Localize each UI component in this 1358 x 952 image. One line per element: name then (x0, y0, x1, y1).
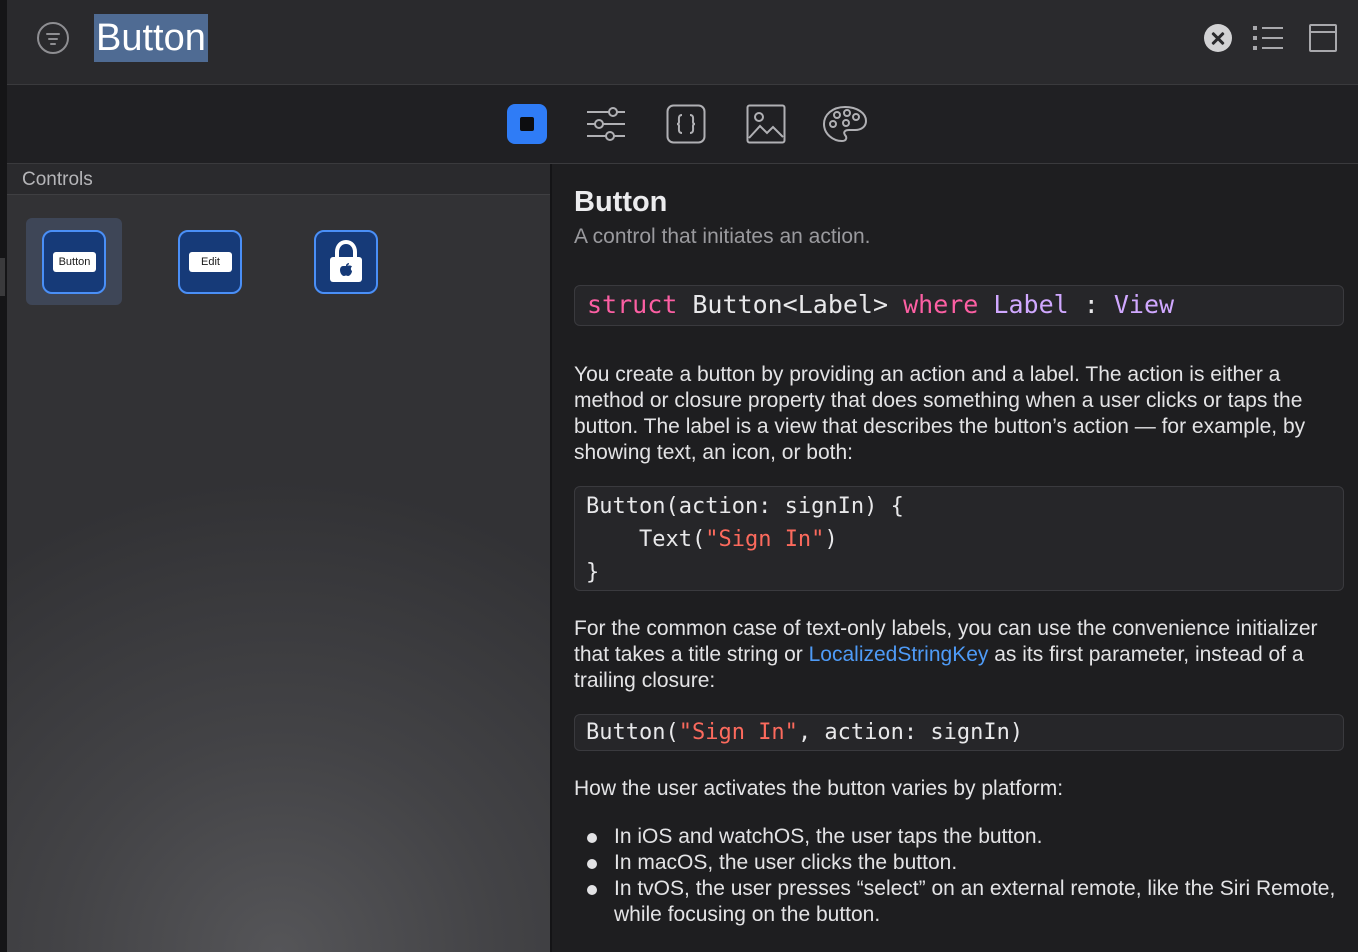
colors-icon[interactable] (822, 104, 868, 144)
library-section-header: Controls (7, 164, 550, 195)
show-details-icon[interactable] (1309, 24, 1337, 52)
doc-paragraph: How the user activates the button varies… (574, 777, 1064, 800)
doc-title: Button (574, 186, 668, 218)
code-sample: Button("Sign In", action: signIn) (574, 714, 1344, 751)
modifiers-icon[interactable] (586, 104, 626, 144)
section-title: Controls (22, 169, 93, 190)
platform-list: In iOS and watchOS, the user taps the bu… (574, 824, 1344, 928)
list-item: In macOS, the user clicks the button. (574, 850, 1344, 876)
keyword: struct (587, 290, 678, 319)
search-input[interactable]: Button (94, 14, 208, 62)
code-line: } (586, 560, 600, 585)
type-name: View (1113, 290, 1175, 319)
doc-subtitle: A control that initiates an action. (574, 225, 871, 248)
button-preview: Button (53, 252, 96, 272)
library-panel: Controls Button Edit (7, 164, 550, 952)
list-view-icon[interactable] (1253, 25, 1283, 51)
snippets-icon[interactable] (666, 104, 706, 144)
list-item: In tvOS, the user presses “select” on an… (574, 876, 1344, 928)
colon: : (1068, 290, 1114, 319)
code-line: Text("Sign In") (586, 527, 838, 552)
lock-apple-icon (330, 239, 362, 282)
doc-paragraph: You create a button by providing an acti… (574, 363, 1306, 464)
library-item-edit-button[interactable]: Edit (178, 230, 242, 294)
documentation-panel: Button A control that initiates an actio… (552, 164, 1358, 952)
filter-icon[interactable] (37, 22, 69, 54)
edit-button-preview: Edit (189, 252, 232, 272)
clear-search-icon[interactable] (1204, 24, 1232, 52)
library-item-sign-in-with-apple[interactable] (314, 230, 378, 294)
code-sample: Button(action: signIn) { Text("Sign In")… (574, 486, 1344, 591)
declaration-code: struct Button<Label> where Label : View (574, 285, 1344, 326)
signature: Button<Label> (677, 290, 904, 319)
list-item: In iOS and watchOS, the user taps the bu… (574, 824, 1344, 850)
media-icon[interactable] (746, 104, 786, 144)
localized-string-key-link[interactable]: LocalizedStringKey (809, 643, 989, 666)
views-icon[interactable] (507, 104, 547, 144)
type-name: Label (993, 290, 1069, 319)
doc-paragraph: For the common case of text-only labels,… (574, 617, 1318, 692)
search-header: Button (7, 0, 1358, 85)
window-edge-handle (0, 258, 5, 296)
window-left-edge (0, 0, 7, 952)
keyword: where (903, 290, 979, 319)
code-line: Button(action: signIn) { (586, 494, 904, 519)
library-item-button[interactable]: Button (42, 230, 106, 294)
library-tabs (7, 85, 1358, 164)
